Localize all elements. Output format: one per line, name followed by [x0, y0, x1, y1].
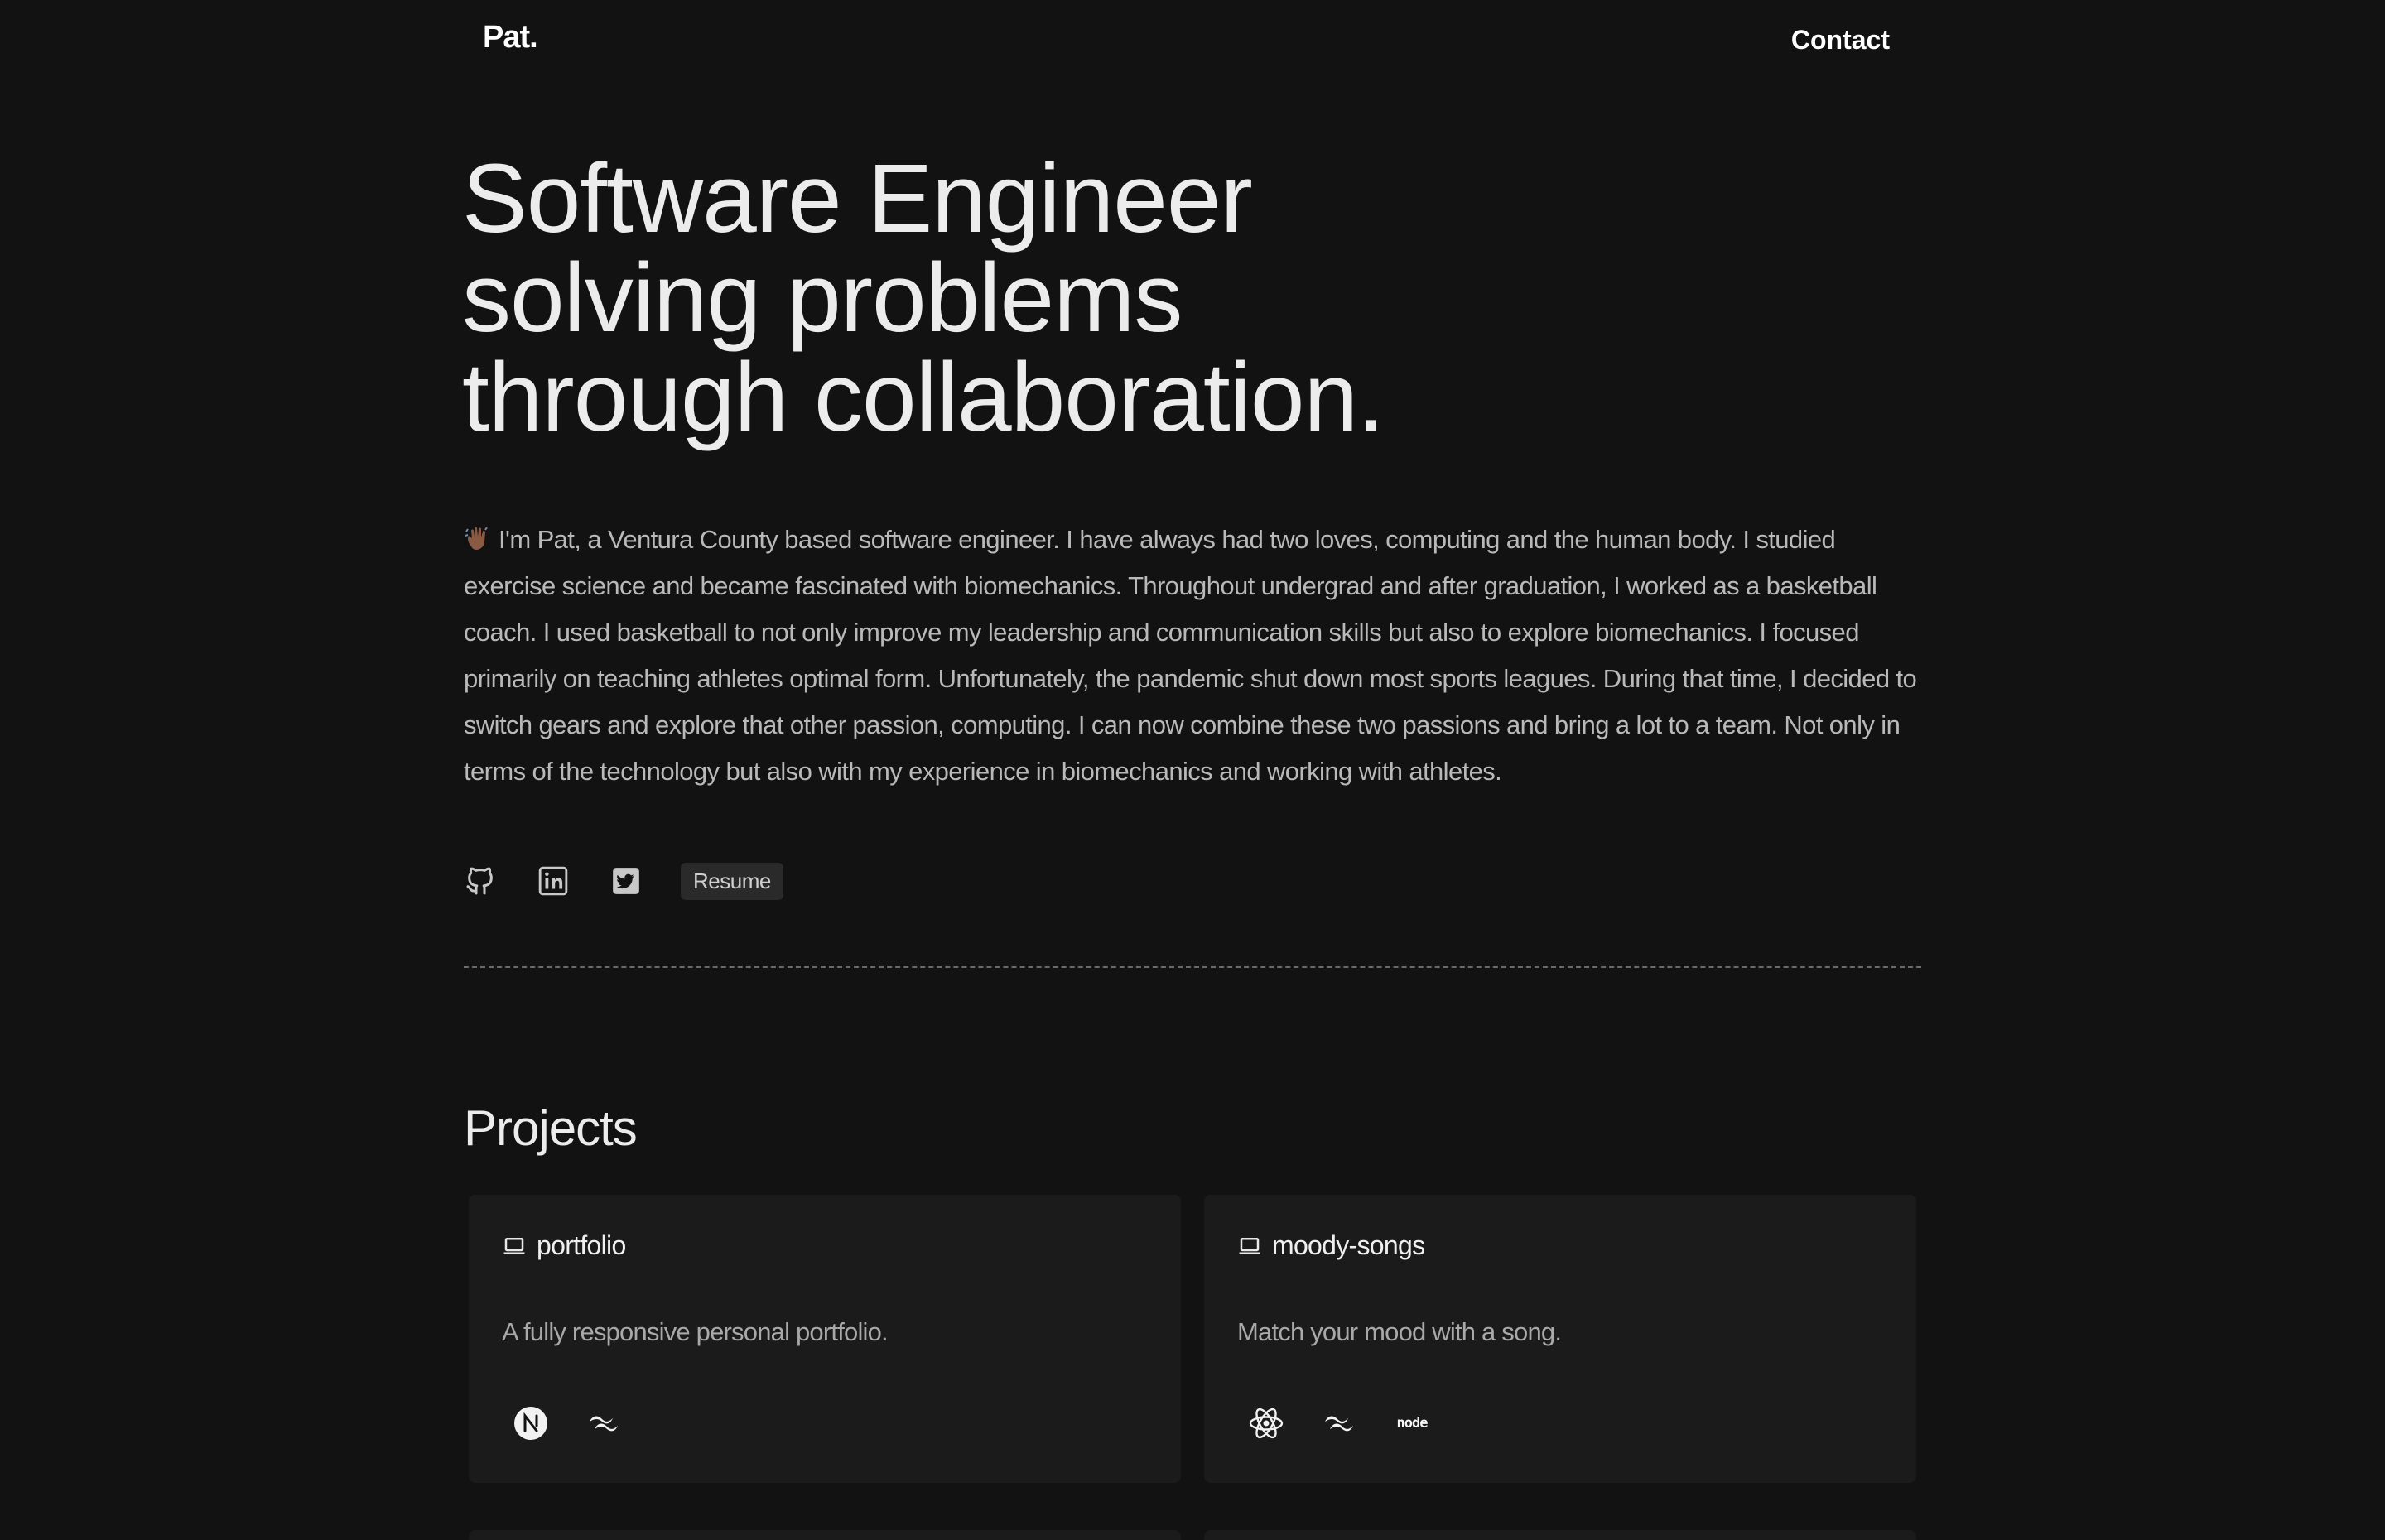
top-nav: Pat. Contact	[0, 0, 2385, 83]
hero-title-line: Software Engineer	[462, 144, 1253, 253]
resume-button[interactable]: Resume	[681, 862, 783, 900]
projects-heading: Projects	[464, 1100, 638, 1156]
bio-paragraph: I'm Pat, a Ventura County based software…	[464, 517, 1925, 795]
github-icon	[466, 867, 493, 895]
project-card-partial[interactable]	[469, 1530, 1181, 1540]
hero-title-line: through collaboration.	[462, 343, 1385, 452]
waving-hand-icon	[464, 521, 492, 550]
social-links: Resume	[464, 862, 783, 900]
project-title[interactable]: portfolio	[537, 1230, 626, 1261]
react-icon	[1247, 1404, 1285, 1442]
section-divider	[464, 966, 1921, 968]
hero-title-line: solving problems	[462, 243, 1183, 353]
laptop-icon	[504, 1237, 525, 1254]
brand-logo[interactable]: Pat.	[483, 20, 538, 55]
tech-stack	[512, 1404, 658, 1442]
portfolio-page: Pat. Contact Software Engineer solving p…	[0, 0, 2385, 1540]
laptop-icon	[1239, 1237, 1260, 1254]
project-card-header: portfolio	[502, 1230, 626, 1261]
contact-link[interactable]: Contact	[1791, 25, 1890, 55]
linkedin-icon	[538, 866, 568, 896]
nodejs-icon: node	[1393, 1404, 1431, 1442]
bio-text: I'm Pat, a Ventura County based software…	[464, 525, 1917, 786]
twitter-link[interactable]	[610, 864, 643, 898]
github-link[interactable]	[464, 864, 497, 898]
tailwind-icon	[1320, 1404, 1358, 1442]
project-description: Match your mood with a song.	[1237, 1317, 1562, 1346]
linkedin-link[interactable]	[537, 864, 570, 898]
project-description: A fully responsive personal portfolio.	[502, 1317, 889, 1346]
hero-title: Software Engineer solving problems throu…	[462, 149, 1621, 447]
nodejs-icon-label: node	[1396, 1415, 1429, 1432]
project-card-moody-songs[interactable]: moody-songs Match your mood with a song.	[1204, 1195, 1916, 1483]
project-card-portfolio[interactable]: portfolio A fully responsive personal po…	[469, 1195, 1181, 1483]
tailwind-icon	[585, 1404, 623, 1442]
project-card-header: moody-songs	[1237, 1230, 1425, 1261]
project-card-partial[interactable]	[1204, 1530, 1916, 1540]
project-title[interactable]: moody-songs	[1272, 1230, 1425, 1261]
twitter-icon	[613, 868, 639, 894]
tech-stack: node	[1247, 1404, 1466, 1442]
nextjs-icon	[512, 1404, 550, 1442]
